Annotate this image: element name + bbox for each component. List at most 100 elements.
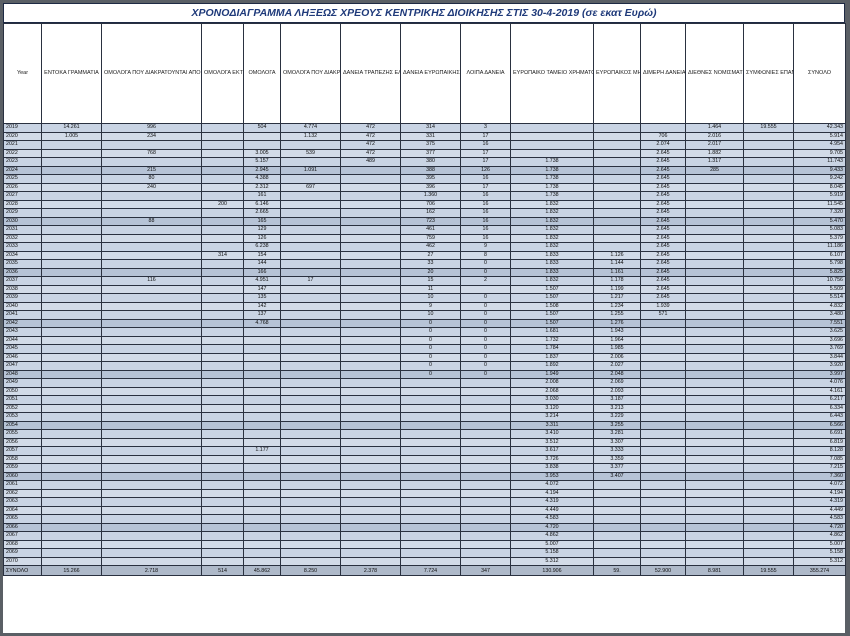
table-cell: 1.144 [593, 259, 641, 269]
table-cell: 3.844 [793, 352, 846, 362]
table-cell [685, 276, 744, 286]
table-cell [201, 548, 244, 558]
table-cell [280, 199, 341, 209]
table-cell [280, 412, 341, 422]
table-cell [743, 378, 794, 388]
table-cell [101, 310, 202, 320]
table-cell: 4.449 [793, 505, 846, 515]
table-cell: 1.276 [593, 318, 641, 328]
table-cell [400, 420, 461, 430]
table-cell: 3.120 [510, 403, 594, 413]
table-cell: 20 [400, 267, 461, 277]
table-cell [340, 182, 401, 192]
table-cell [280, 327, 341, 337]
table-cell: 9.433 [793, 165, 846, 175]
table-cell [743, 344, 794, 354]
table-cell [201, 182, 244, 192]
table-cell: 3.953 [510, 471, 594, 481]
table-cell: 4.720 [793, 522, 846, 532]
table-cell: 88 [101, 216, 202, 226]
table-cell: 1.964 [593, 335, 641, 345]
year-cell: 2058 [3, 454, 42, 464]
table-cell: 5.158 [510, 548, 594, 558]
table-cell [743, 556, 794, 566]
table-row: 2064 4.449 4.449 [3, 505, 846, 515]
table-cell [640, 514, 686, 524]
table-cell: 5.914 [793, 131, 846, 141]
table-cell [280, 522, 341, 532]
table-cell [685, 199, 744, 209]
table-cell [640, 335, 686, 345]
table-cell [685, 522, 744, 532]
table-cell [340, 233, 401, 243]
table-cell: 4.072 [510, 480, 594, 490]
table-cell [640, 556, 686, 566]
table-cell [41, 480, 102, 490]
table-cell [685, 250, 744, 260]
table-cell [743, 208, 794, 218]
table-cell [743, 463, 794, 473]
table-cell [340, 488, 401, 498]
table-row: 2051 3.030 3.187 6.217 [3, 395, 846, 405]
table-cell [685, 216, 744, 226]
table-cell [280, 301, 341, 311]
table-cell [280, 531, 341, 541]
table-cell [510, 123, 594, 133]
table-cell [400, 471, 461, 481]
table-row: 2045 0 0 1.784 1.985 3.769 [3, 344, 846, 354]
table-cell [41, 514, 102, 524]
table-cell [41, 548, 102, 558]
table-cell: 1.508 [510, 301, 594, 311]
table-cell [280, 556, 341, 566]
table-row: 2038 147 11 1.507 1.199 2.645 5.509 [3, 284, 846, 294]
year-cell: 2022 [3, 148, 42, 158]
table-cell [280, 539, 341, 549]
table-cell [400, 395, 461, 405]
table-cell: 539 [280, 148, 341, 158]
table-cell: 144 [243, 259, 281, 269]
table-cell: 4.319 [793, 497, 846, 507]
table-cell [280, 437, 341, 447]
table-cell: 2 [460, 276, 511, 286]
table-row: 2019 14.261 996 504 4.774 472 314 3 1.464 19.555 4… [3, 123, 846, 133]
table-cell [743, 140, 794, 150]
table-cell [201, 242, 244, 252]
table-cell [685, 233, 744, 243]
table-cell [41, 310, 102, 320]
table-cell [685, 488, 744, 498]
table-cell: 2.645 [640, 148, 686, 158]
table-cell [743, 191, 794, 201]
table-cell [340, 242, 401, 252]
table-cell [640, 497, 686, 507]
table-row: 2068 5.007 5.007 [3, 539, 846, 549]
table-cell [280, 191, 341, 201]
table-cell [101, 140, 202, 150]
table-cell [685, 301, 744, 311]
table-row: 2039 135 10 0 1.507 1.217 2.645 5.514 [3, 293, 846, 303]
table-row: 2024 215 2.945 1.091 388 126 1.738 2.645 285 9.43… [3, 165, 846, 175]
table-cell [41, 505, 102, 515]
table-cell [593, 505, 641, 515]
table-cell: 996 [101, 123, 202, 133]
table-cell [201, 480, 244, 490]
table-cell: 80 [101, 174, 202, 184]
table-cell: 0 [460, 361, 511, 371]
total-cell: 8.981 [685, 565, 744, 576]
table-cell: 2.645 [640, 225, 686, 235]
table-cell: 1.738 [510, 157, 594, 167]
table-cell [640, 471, 686, 481]
year-cell: 2049 [3, 378, 42, 388]
table-row: 2065 4.583 4.583 [3, 514, 846, 524]
table-cell: 16 [460, 208, 511, 218]
table-row: 2059 3.838 3.377 7.215 [3, 463, 846, 473]
table-cell [685, 420, 744, 430]
table-cell [593, 233, 641, 243]
table-cell: 3.410 [510, 429, 594, 439]
table-cell: 165 [243, 216, 281, 226]
year-cell: 2046 [3, 352, 42, 362]
year-cell: 2030 [3, 216, 42, 226]
table-cell: 285 [685, 165, 744, 175]
table-cell [280, 386, 341, 396]
table-cell [243, 344, 281, 354]
table-cell: 2.665 [243, 208, 281, 218]
